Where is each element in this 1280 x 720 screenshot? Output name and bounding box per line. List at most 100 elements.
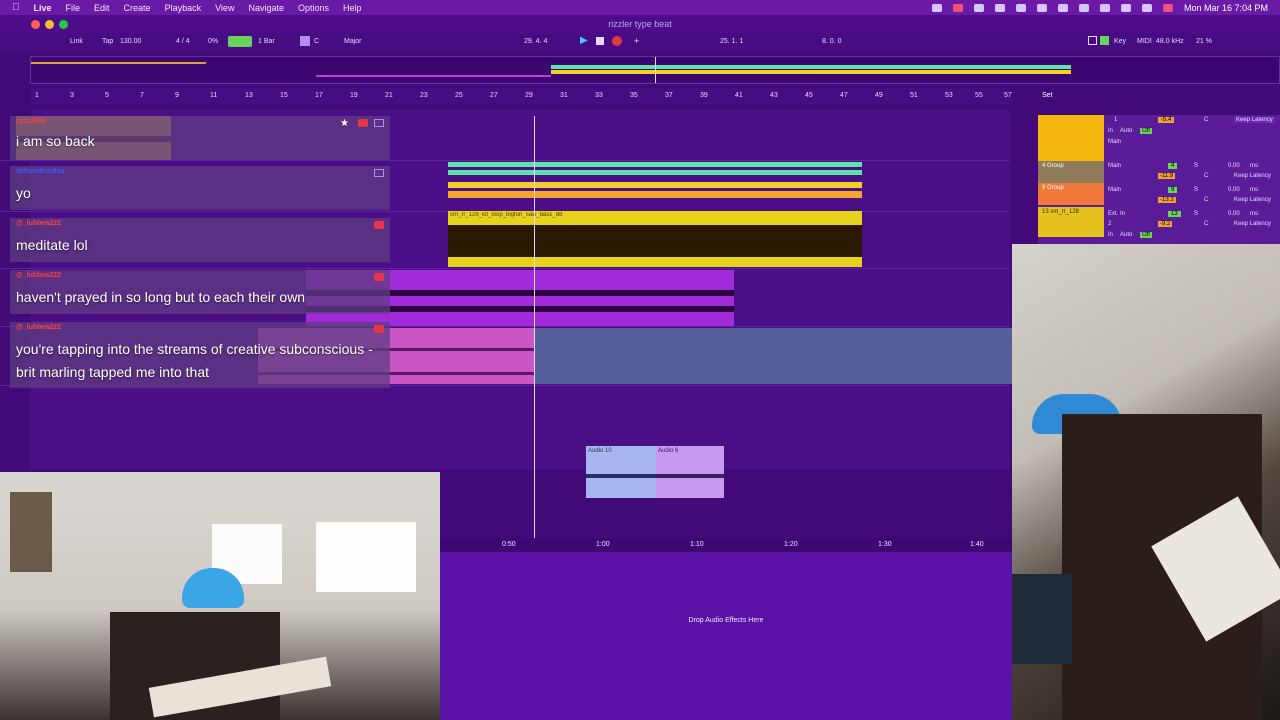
waveform [586, 474, 656, 478]
search-icon[interactable] [1120, 3, 1131, 12]
latency-field[interactable]: Keep Latency [1234, 197, 1271, 203]
loop-audio-clip[interactable]: sm_rr_128_kit_loop_bigfun_saw_bass_88 [448, 211, 862, 267]
menu-options[interactable]: Options [298, 3, 329, 13]
extension-icon[interactable] [973, 3, 984, 12]
bar-number: 55 [975, 92, 983, 99]
track-number[interactable]: 9 [1168, 187, 1178, 193]
output-route[interactable]: Main [1108, 163, 1121, 169]
audio-track-header[interactable]: 13 sm_rr_128 [1038, 207, 1104, 237]
siri-icon[interactable] [1162, 3, 1173, 12]
midi-map-button[interactable]: MIDI [1137, 38, 1152, 45]
stop-icon[interactable] [596, 37, 604, 45]
delay-unit[interactable]: ms [1250, 211, 1258, 217]
delay-field[interactable]: 0.00 [1228, 187, 1240, 193]
delay-field[interactable]: 0.00 [1228, 211, 1240, 217]
latency-field[interactable]: Keep Latency [1234, 173, 1271, 179]
latency-field[interactable]: Keep Latency [1234, 221, 1271, 227]
arrangement-overview[interactable] [30, 56, 1280, 84]
menu-playback[interactable]: Playback [165, 3, 202, 13]
wifi-icon[interactable] [1099, 3, 1110, 12]
group-track-header[interactable]: 4 Group [1038, 161, 1104, 183]
display-icon[interactable] [931, 3, 942, 12]
pan-field[interactable]: C [1204, 197, 1208, 203]
control-center-icon[interactable] [1141, 3, 1152, 12]
pan-field[interactable]: C [1204, 221, 1208, 227]
track-number[interactable]: 13 [1168, 211, 1181, 217]
detail-view[interactable] [440, 538, 1012, 720]
loop-length-field[interactable]: 8. 0. 0 [822, 38, 841, 45]
menu-create[interactable]: Create [124, 3, 151, 13]
automation-clip[interactable] [448, 191, 862, 198]
pan-field[interactable]: C [1204, 173, 1208, 179]
menu-edit[interactable]: Edit [94, 3, 110, 13]
group-name: 9 Group [1042, 185, 1064, 191]
play-icon[interactable]: ▶ [580, 35, 588, 46]
automation-clip[interactable] [448, 170, 862, 175]
add-icon[interactable]: + [634, 36, 639, 46]
solo-button[interactable]: S [1194, 163, 1198, 169]
audio-10-clip[interactable]: Audio 10 [586, 446, 656, 498]
group-track-header[interactable]: 9 Group [1038, 183, 1104, 205]
record-icon[interactable] [612, 36, 622, 46]
volume-field[interactable]: -5.4 [1158, 117, 1175, 123]
tap-tempo-button[interactable]: Tap [102, 38, 113, 45]
scale-mode-icon[interactable] [300, 36, 310, 46]
menubar-datetime[interactable]: Mon Mar 16 7:04 PM [1184, 3, 1268, 13]
volume-field[interactable]: -11.9 [1158, 173, 1176, 179]
auto-monitor-button[interactable]: Auto [1120, 128, 1132, 134]
menu-help[interactable]: Help [343, 3, 362, 13]
playhead[interactable] [534, 116, 535, 538]
loop-start-field[interactable]: 25. 1. 1 [720, 38, 743, 45]
track-name: 13 sm_rr_128 [1042, 209, 1080, 215]
metronome-toggle[interactable] [228, 36, 252, 47]
volume-icon[interactable] [1036, 3, 1047, 12]
apple-icon[interactable]:  [12, 2, 20, 13]
track-color-swatch[interactable] [1038, 115, 1104, 161]
output-route[interactable]: Main [1108, 187, 1121, 193]
link-button[interactable]: Link [70, 38, 83, 45]
menu-file[interactable]: File [66, 3, 81, 13]
record-status-icon[interactable] [952, 3, 963, 12]
volume-field[interactable]: -13.3 [1158, 197, 1176, 203]
eject-icon[interactable] [1057, 3, 1068, 12]
track-selection-region[interactable] [534, 328, 1012, 384]
set-locator-button[interactable]: Set [1042, 92, 1053, 99]
tempo-field[interactable]: 130.00 [120, 38, 141, 45]
automation-clip[interactable] [448, 162, 862, 167]
track-number[interactable]: 4 [1168, 163, 1178, 169]
key-map-button[interactable]: Key [1114, 38, 1126, 45]
menu-app-live[interactable]: Live [34, 3, 52, 13]
chat-text: i am so back [16, 133, 95, 149]
delay-field[interactable]: 0.00 [1228, 163, 1240, 169]
input-channel[interactable]: 2 [1108, 221, 1111, 227]
github-icon[interactable] [994, 3, 1005, 12]
delay-unit[interactable]: ms [1250, 163, 1258, 169]
time-ruler[interactable]: 0:50 1:00 1:10 1:20 1:30 1:40 [440, 538, 1012, 552]
off-monitor-button[interactable]: Off [1140, 128, 1152, 134]
pencil-icon[interactable] [1088, 36, 1097, 45]
beat-ruler[interactable]: 1 3 5 7 9 11 13 15 17 19 21 23 25 27 29 … [30, 88, 1012, 104]
solo-button[interactable]: S [1194, 187, 1198, 193]
audio-6-clip[interactable]: Audio 6 [656, 446, 724, 498]
scale-field[interactable]: Major [344, 38, 362, 45]
keyboard-icon[interactable] [1100, 36, 1109, 45]
song-position-field[interactable]: 29. 4. 4 [524, 38, 547, 45]
menu-view[interactable]: View [215, 3, 234, 13]
auto-monitor-button[interactable]: Auto [1120, 232, 1132, 238]
time-signature-field[interactable]: 4 / 4 [176, 38, 190, 45]
latency-field[interactable]: Keep Latency [1234, 117, 1275, 123]
delay-unit[interactable]: ms [1250, 187, 1258, 193]
chat-message: @_lubbea222 haven't prayed in so long bu… [10, 270, 390, 314]
solo-button[interactable]: S [1194, 211, 1198, 217]
input-route[interactable]: Ext. In [1108, 211, 1125, 217]
volume-field[interactable]: -9.2 [1158, 221, 1173, 227]
root-note-field[interactable]: C [314, 38, 319, 45]
automation-clip[interactable] [448, 182, 862, 188]
off-monitor-button[interactable]: Off [1140, 232, 1152, 238]
clock-icon[interactable] [1015, 3, 1026, 12]
menu-navigate[interactable]: Navigate [248, 3, 284, 13]
quantize-menu[interactable]: 1 Bar [258, 38, 275, 45]
pan-field[interactable]: C [1204, 117, 1208, 123]
output-route[interactable]: Main [1108, 139, 1121, 145]
battery-icon[interactable] [1078, 3, 1089, 12]
